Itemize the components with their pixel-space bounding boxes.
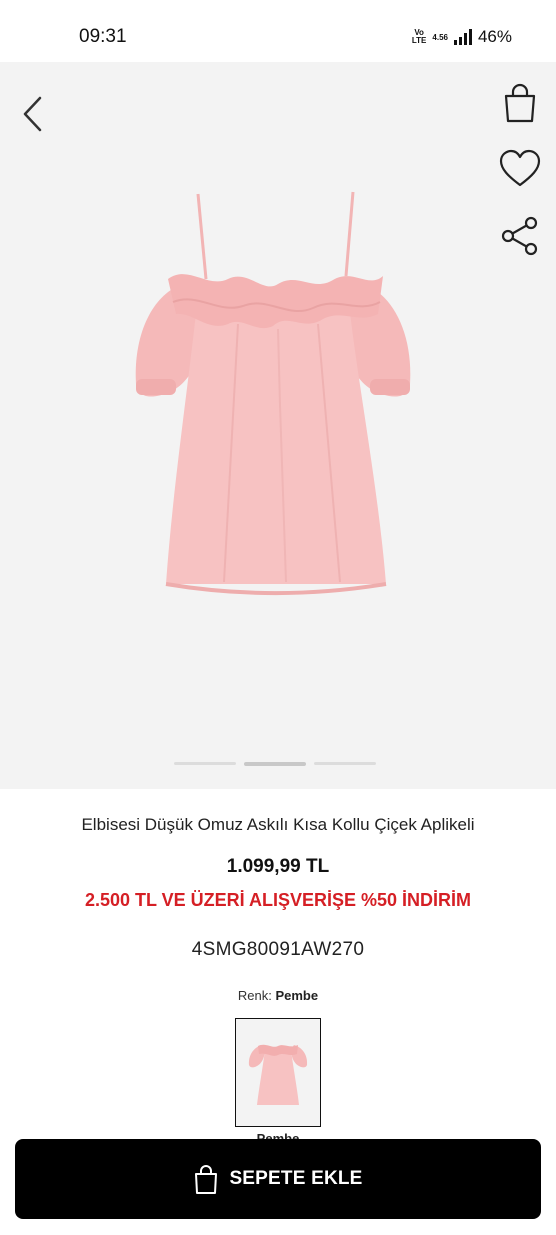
shopping-bag-icon [504,83,536,123]
product-sku: 4SMG80091AW270 [191,939,365,960]
status-bar: 09:31 Vo LTE 4.56 46% [0,0,556,62]
favorite-button[interactable] [498,147,542,191]
volte-icon: Vo LTE [411,28,427,45]
color-label: Renk: [237,988,272,1003]
product-title: Elbisesi Düşük Omuz Askılı Kısa Kollu Çi… [81,815,475,834]
color-row: Renk: Pembe [0,988,556,1003]
share-icon [501,216,538,256]
color-value: Pembe [275,988,319,1003]
status-time: 09:31 [79,26,127,47]
back-button[interactable] [18,92,48,136]
product-price: 1.099,99 TL [226,856,330,877]
color-swatch-pembe[interactable] [235,1018,321,1127]
shopping-bag-button[interactable] [498,80,542,124]
battery-text: 46% [477,27,512,46]
chevron-left-icon [23,96,42,132]
gallery-dot[interactable] [174,762,236,765]
heart-icon [499,149,541,187]
status-indicators: Vo LTE 4.56 46% [412,27,512,47]
gallery-dot-active[interactable] [244,762,306,766]
promo-banner: 2.500 TL VE ÜZERİ ALIŞVERİŞE %50 İNDİRİM [84,890,472,910]
signal-icon [453,29,472,45]
product-image [135,191,411,595]
gallery-dot[interactable] [314,762,376,765]
swatch-thumbnail [248,1044,308,1105]
net-speed: 4.56 [432,32,448,42]
add-to-cart-button[interactable]: SEPETE EKLE [15,1139,541,1219]
add-to-cart-label: SEPETE EKLE [229,1168,363,1189]
share-button[interactable] [498,214,542,258]
shopping-bag-icon [195,1165,218,1194]
gallery-pagination [174,762,376,766]
product-image-gallery[interactable] [0,62,556,789]
